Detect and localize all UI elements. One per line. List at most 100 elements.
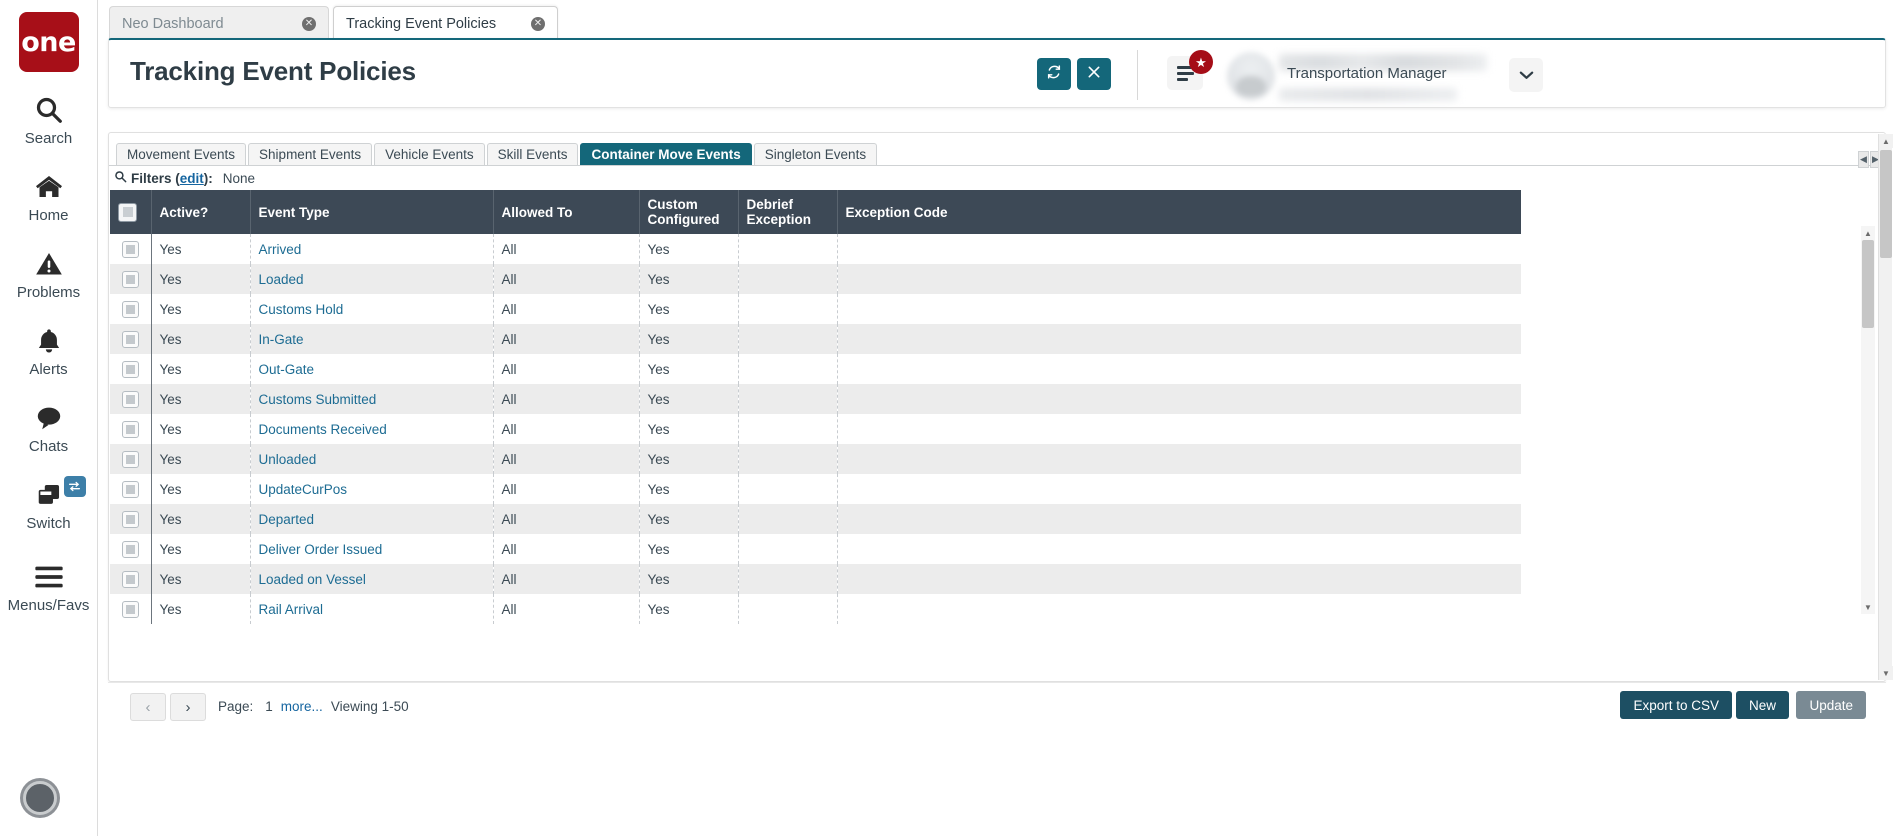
next-page-button[interactable]: › — [170, 693, 206, 721]
checkbox-icon[interactable] — [121, 510, 139, 528]
event-type-link[interactable]: Loaded on Vessel — [259, 572, 366, 587]
checkbox-icon[interactable] — [121, 480, 139, 498]
browser-tab-tracking-event-policies[interactable]: Tracking Event Policies ✕ — [333, 6, 558, 40]
event-type-link[interactable]: Documents Received — [259, 422, 387, 437]
column-header-event-type[interactable]: Event Type — [250, 190, 494, 234]
table-row[interactable]: Yes Departed All Yes — [110, 504, 1521, 534]
column-header-debrief-exception[interactable]: Debrief Exception — [738, 190, 838, 234]
cell-event-type[interactable]: Documents Received — [250, 414, 494, 444]
checkbox-icon[interactable] — [121, 360, 139, 378]
checkbox-icon[interactable] — [121, 420, 139, 438]
user-menu-button[interactable] — [1509, 58, 1543, 92]
cell-event-type[interactable]: Loaded — [250, 264, 494, 294]
tab-movement-events[interactable]: Movement Events — [116, 143, 247, 165]
event-type-link[interactable]: Customs Submitted — [259, 392, 377, 407]
cell-event-type[interactable]: Unloaded — [250, 444, 494, 474]
checkbox-icon[interactable] — [121, 390, 139, 408]
table-row[interactable]: Yes In-Gate All Yes — [110, 324, 1521, 354]
column-header-allowed-to[interactable]: Allowed To — [493, 190, 640, 234]
table-row[interactable]: Yes Loaded on Vessel All Yes — [110, 564, 1521, 594]
row-checkbox-cell[interactable] — [110, 264, 152, 294]
table-vertical-scrollbar[interactable]: ▲ ▼ — [1861, 226, 1875, 614]
tab-singleton-events[interactable]: Singleton Events — [753, 143, 878, 165]
event-type-link[interactable]: Out-Gate — [259, 362, 315, 377]
row-checkbox-cell[interactable] — [110, 354, 152, 384]
rail-user-avatar[interactable] — [20, 778, 60, 818]
row-checkbox-cell[interactable] — [110, 414, 152, 444]
event-type-link[interactable]: Rail Arrival — [259, 602, 324, 617]
update-button[interactable]: Update — [1796, 691, 1866, 719]
cell-event-type[interactable]: UpdateCurPos — [250, 474, 494, 504]
event-type-link[interactable]: UpdateCurPos — [259, 482, 348, 497]
checkbox-icon[interactable] — [118, 202, 137, 222]
row-checkbox-cell[interactable] — [110, 504, 152, 534]
scroll-up-icon[interactable]: ▲ — [1879, 134, 1893, 148]
cell-event-type[interactable]: Deliver Order Issued — [250, 534, 494, 564]
sidebar-item-home[interactable]: Home — [0, 170, 98, 224]
checkbox-icon[interactable] — [121, 570, 139, 588]
table-row[interactable]: Yes Unloaded All Yes — [110, 444, 1521, 474]
scroll-down-icon[interactable]: ▼ — [1879, 666, 1893, 680]
refresh-button[interactable] — [1037, 58, 1071, 90]
table-row[interactable]: Yes Arrived All Yes — [110, 234, 1521, 264]
table-row[interactable]: Yes UpdateCurPos All Yes — [110, 474, 1521, 504]
page-vertical-scrollbar[interactable]: ▲ ▼ — [1878, 134, 1893, 680]
checkbox-icon[interactable] — [121, 240, 139, 258]
row-checkbox-cell[interactable] — [110, 534, 152, 564]
column-header-exception-code[interactable]: Exception Code — [837, 190, 1521, 234]
checkbox-icon[interactable] — [121, 600, 139, 618]
cell-event-type[interactable]: Loaded on Vessel — [250, 564, 494, 594]
row-checkbox-cell[interactable] — [110, 564, 152, 594]
new-button[interactable]: New — [1735, 691, 1789, 719]
browser-tab-neo-dashboard[interactable]: Neo Dashboard ✕ — [109, 6, 329, 40]
sidebar-item-problems[interactable]: Problems — [0, 247, 98, 301]
event-type-link[interactable]: In-Gate — [259, 332, 304, 347]
row-checkbox-cell[interactable] — [110, 294, 152, 324]
event-type-link[interactable]: Deliver Order Issued — [259, 542, 383, 557]
cell-event-type[interactable]: In-Gate — [250, 324, 494, 354]
table-row[interactable]: Yes Out-Gate All Yes — [110, 354, 1521, 384]
sidebar-item-search[interactable]: Search — [0, 93, 98, 147]
table-row[interactable]: Yes Rail Arrival All Yes — [110, 594, 1521, 624]
scrollbar-thumb[interactable] — [1862, 240, 1874, 328]
scroll-down-icon[interactable]: ▼ — [1861, 600, 1875, 614]
event-type-link[interactable]: Unloaded — [259, 452, 317, 467]
table-row[interactable]: Yes Loaded All Yes — [110, 264, 1521, 294]
sidebar-item-alerts[interactable]: Alerts — [0, 324, 98, 378]
column-header-active[interactable]: Active? — [151, 190, 251, 234]
row-checkbox-cell[interactable] — [110, 594, 152, 624]
tab-container-move-events[interactable]: Container Move Events — [580, 143, 752, 165]
scrollbar-thumb[interactable] — [1880, 150, 1892, 258]
checkbox-icon[interactable] — [121, 330, 139, 348]
filters-edit-link[interactable]: edit — [180, 171, 204, 186]
more-pages-link[interactable]: more... — [281, 699, 323, 714]
checkbox-icon[interactable] — [121, 540, 139, 558]
event-type-link[interactable]: Loaded — [259, 272, 304, 287]
cell-event-type[interactable]: Arrived — [250, 234, 494, 264]
cell-event-type[interactable]: Out-Gate — [250, 354, 494, 384]
checkbox-icon[interactable] — [121, 450, 139, 468]
scroll-up-icon[interactable]: ▲ — [1861, 226, 1875, 240]
table-row[interactable]: Yes Customs Hold All Yes — [110, 294, 1521, 324]
checkbox-icon[interactable] — [121, 300, 139, 318]
table-row[interactable]: Yes Customs Submitted All Yes — [110, 384, 1521, 414]
sidebar-item-chats[interactable]: Chats — [0, 401, 98, 455]
event-type-link[interactable]: Departed — [259, 512, 315, 527]
row-checkbox-cell[interactable] — [110, 444, 152, 474]
close-page-button[interactable] — [1077, 58, 1111, 90]
tab-skill-events[interactable]: Skill Events — [486, 143, 579, 165]
sidebar-item-switch[interactable]: Switch — [0, 476, 98, 532]
checkbox-icon[interactable] — [121, 270, 139, 288]
cell-event-type[interactable]: Departed — [250, 504, 494, 534]
table-row[interactable]: Yes Documents Received All Yes — [110, 414, 1521, 444]
tab-shipment-events[interactable]: Shipment Events — [248, 143, 373, 165]
close-circle-icon[interactable]: ✕ — [509, 16, 545, 31]
row-checkbox-cell[interactable] — [110, 384, 152, 414]
previous-page-button[interactable]: ‹ — [130, 693, 166, 721]
tab-vehicle-events[interactable]: Vehicle Events — [374, 143, 485, 165]
event-type-link[interactable]: Arrived — [259, 242, 302, 257]
cell-event-type[interactable]: Customs Submitted — [250, 384, 494, 414]
select-all-header[interactable] — [110, 190, 152, 234]
one-logo[interactable]: one — [18, 12, 79, 72]
row-checkbox-cell[interactable] — [110, 234, 152, 264]
